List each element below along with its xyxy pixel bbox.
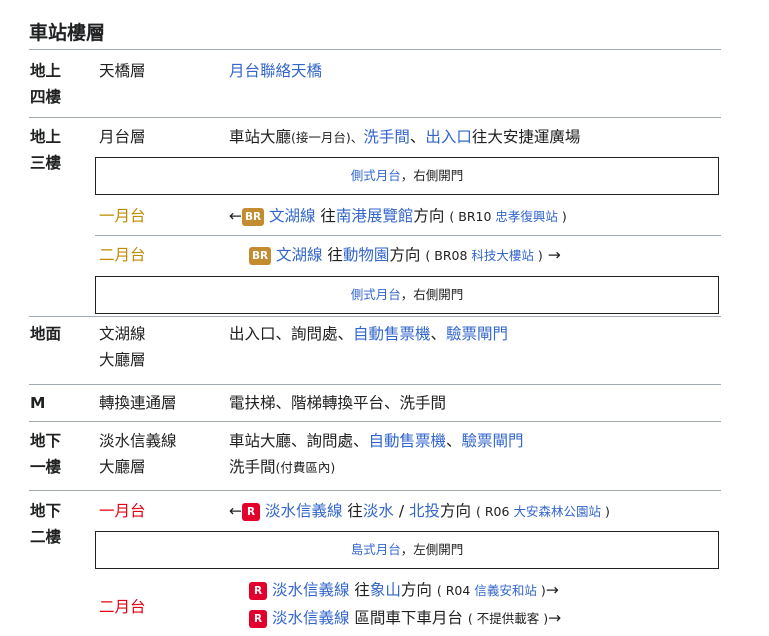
divider	[95, 235, 721, 236]
next-station-link[interactable]: 忠孝復興站	[495, 209, 558, 224]
platform-box: 側式月台，右側開門	[95, 276, 719, 314]
floor-name: 天橋層	[99, 62, 146, 80]
exit-link[interactable]: 出入口	[425, 128, 472, 146]
platform-info: ← BR 文湖線 往南港展覽館方向 ( BR10 忠孝復興站 )	[229, 207, 567, 226]
platform-info: ← R 淡水信義線 往淡水 / 北投方向 ( R06 大安森林公園站 )	[229, 502, 610, 521]
tamsui-xinyi-line-link[interactable]: 淡水信義線	[272, 581, 350, 599]
page-title: 車站樓層	[29, 22, 106, 44]
floor-name: 文湖線 大廳層	[99, 325, 146, 369]
platform-info: R 淡水信義線 往象山方向 ( R04 信義安和站 )→	[249, 577, 559, 604]
divider	[29, 316, 721, 317]
floor-description: 車站大廳、詢問處、自動售票機、驗票閘門 洗手間(付費區內)	[229, 432, 524, 476]
floor-name: 淡水信義線 大廳層	[99, 432, 177, 476]
floor-description: 出入口、詢問處、自動售票機、驗票閘門	[229, 325, 509, 343]
wenhu-line-badge: BR	[242, 208, 264, 226]
platform-box: 島式月台，左側開門	[95, 531, 719, 569]
floor-label: 地面	[30, 325, 62, 343]
platform-name: 一月台	[99, 207, 146, 225]
floor-label: 地下 二樓	[30, 502, 62, 546]
tamsui-xinyi-line-link[interactable]: 淡水信義線	[272, 609, 350, 627]
platform-name: 一月台	[99, 502, 146, 520]
floor-label: M	[30, 394, 46, 412]
wenhu-line-link[interactable]: 文湖線	[269, 207, 316, 225]
tamsui-xinyi-line-link[interactable]: 淡水信義線	[265, 502, 343, 520]
tamsui-xinyi-line-badge: R	[249, 610, 267, 628]
next-station-link[interactable]: 信義安和站	[474, 583, 537, 598]
platform-info: R 淡水信義線 區間車下車月台 ( 不提供載客 )→	[249, 605, 561, 632]
ticket-machine-link[interactable]: 自動售票機	[369, 432, 447, 450]
floor-label: 地上 三樓	[30, 128, 62, 172]
destination-link[interactable]: 南港展覽館	[336, 207, 414, 225]
floor-label: 地上 四樓	[30, 62, 62, 106]
divider	[29, 49, 721, 50]
floor-description: 車站大廳(接一月台)、洗手間、出入口往大安捷運廣場	[229, 128, 581, 146]
wenhu-line-link[interactable]: 文湖線	[276, 246, 323, 264]
divider	[29, 490, 721, 491]
platform-name: 二月台	[99, 246, 146, 264]
destination-link[interactable]: 象山	[370, 581, 401, 599]
next-station-link[interactable]: 大安森林公園站	[513, 504, 601, 519]
floor-name: 轉換連通層	[99, 394, 177, 412]
side-platform-link[interactable]: 側式月台	[351, 287, 401, 302]
floor-name: 月台層	[99, 128, 146, 146]
ticket-machine-link[interactable]: 自動售票機	[353, 325, 431, 343]
destination-link[interactable]: 淡水	[363, 502, 394, 520]
fare-gate-link[interactable]: 驗票閘門	[462, 432, 524, 450]
divider	[29, 421, 721, 422]
wenhu-line-badge: BR	[249, 247, 271, 265]
divider	[29, 384, 721, 385]
tamsui-xinyi-line-badge: R	[249, 582, 267, 600]
fare-gate-link[interactable]: 驗票閘門	[446, 325, 508, 343]
platform-info: BR 文湖線 往動物園方向 ( BR08 科技大樓站 ) →	[249, 242, 561, 269]
destination-link[interactable]: 北投	[409, 502, 440, 520]
island-platform-link[interactable]: 島式月台	[351, 542, 401, 557]
tamsui-xinyi-line-badge: R	[242, 503, 260, 521]
floor-label: 地下 一樓	[30, 432, 62, 476]
next-station-link[interactable]: 科技大樓站	[471, 248, 534, 263]
destination-link[interactable]: 動物園	[343, 246, 390, 264]
restroom-link[interactable]: 洗手間	[363, 128, 410, 146]
divider	[29, 117, 721, 118]
platform-box: 側式月台，右側開門	[95, 157, 719, 195]
side-platform-link[interactable]: 側式月台	[351, 168, 401, 183]
skybridge-link[interactable]: 月台聯絡天橋	[229, 62, 322, 80]
floor-description: 電扶梯、階梯轉換平台、洗手間	[229, 394, 447, 412]
platform-name: 二月台	[99, 598, 146, 616]
